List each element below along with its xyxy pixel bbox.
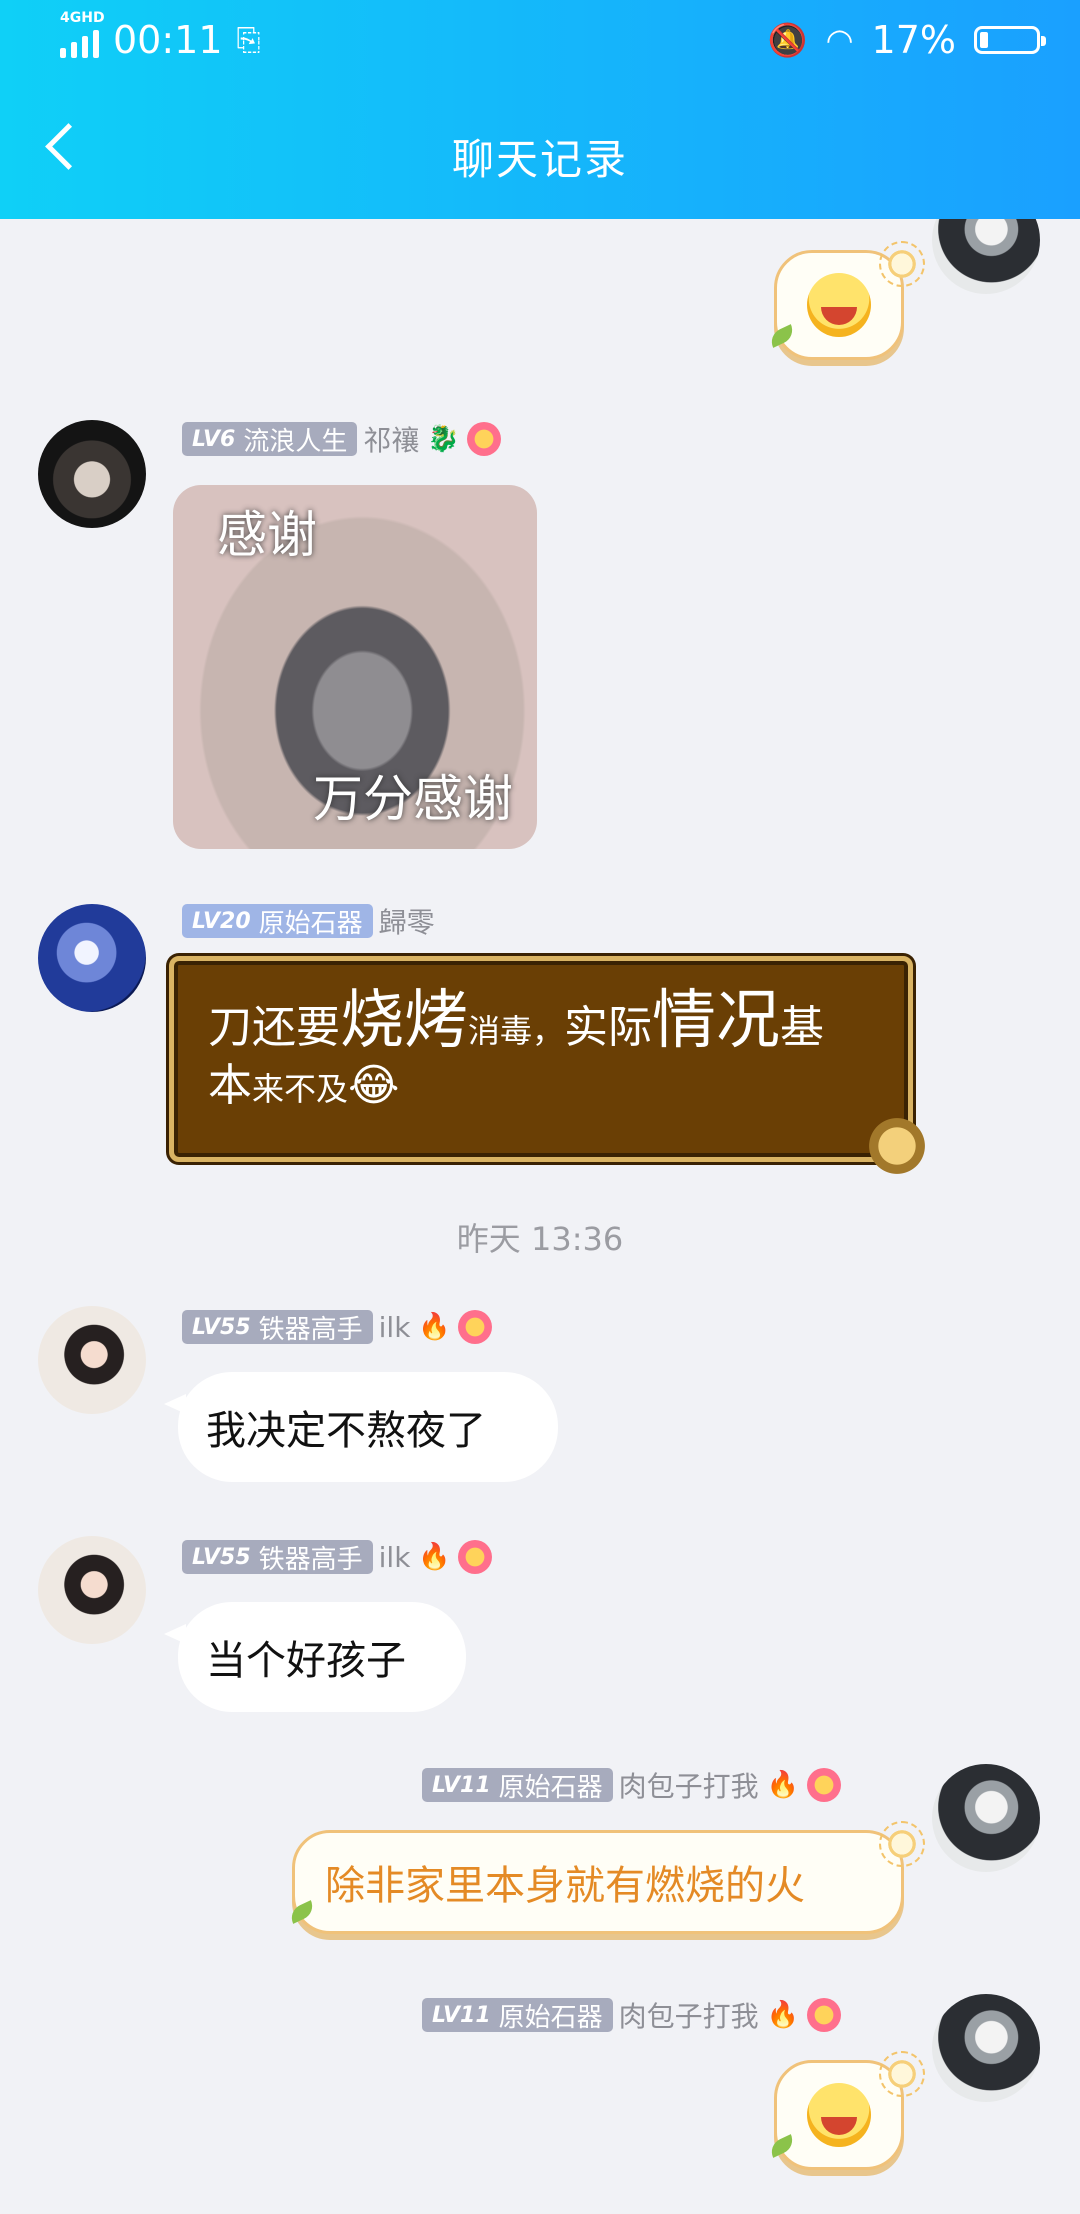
sender-avatar[interactable] <box>38 904 146 1012</box>
page-title: 聊天记录 <box>451 135 628 184</box>
fire-icon: 🔥 <box>418 1542 451 1572</box>
image-sticker[interactable]: 感谢 万分感谢 <box>173 485 537 849</box>
chat-list[interactable]: LV6 流浪人生 祁禳 🐉 感谢 万分感谢 LV20 原始石器 歸零 刀还要烧烤… <box>0 0 1080 2214</box>
sender-nickname[interactable]: ilk <box>379 1311 411 1344</box>
mute-bell-icon: 🔕 <box>767 21 808 59</box>
sticker-bubble[interactable] <box>767 2051 925 2170</box>
app-header: 4GHD 00:11 ⎘ 🔕 ◠ 17% 聊天记录 <box>0 0 1080 219</box>
flower-badge-icon <box>806 1998 841 2032</box>
leaf-decoration-icon <box>767 324 797 348</box>
sender-avatar[interactable] <box>38 1306 146 1414</box>
flower-badge-icon <box>467 422 502 456</box>
sticker-text-top: 感谢 <box>217 506 317 564</box>
wifi-icon: ◠ <box>825 21 854 59</box>
message-bubble-gold[interactable]: 刀还要烧烤消毒，实际情况基 本来不及😂 <box>169 956 913 1162</box>
my-avatar[interactable] <box>932 1994 1040 2102</box>
network-type: 4GHD <box>60 10 105 26</box>
level-badge: LV55 铁器高手 <box>182 1310 373 1345</box>
dragon-icon: 🐉 <box>427 424 460 454</box>
fire-icon: 🔥 <box>766 2000 799 2030</box>
battery-percent: 17% <box>871 18 956 62</box>
sender-meta: LV11 原始石器 肉包子打我 🔥 <box>422 1996 841 2034</box>
status-time: 00:11 <box>113 18 223 62</box>
sender-nickname[interactable]: 肉包子打我 <box>619 1765 759 1805</box>
flower-badge-icon <box>806 1768 841 1802</box>
sun-decoration-icon <box>879 241 925 287</box>
message-bubble[interactable]: 我决定不熬夜了 <box>164 1372 558 1482</box>
status-bar: 4GHD 00:11 ⎘ 🔕 ◠ 17% <box>0 0 1080 88</box>
leaf-decoration-icon <box>767 2134 797 2158</box>
sender-meta: LV55 铁器高手 ilk 🔥 <box>182 1308 493 1346</box>
sender-meta: LV20 原始石器 歸零 <box>182 902 435 940</box>
sticker-bubble[interactable] <box>767 241 925 360</box>
sender-nickname[interactable]: 祁禳 <box>363 419 419 459</box>
flower-badge-icon <box>458 1310 493 1344</box>
sender-avatar[interactable] <box>38 1536 146 1644</box>
flower-badge-icon <box>458 1540 493 1574</box>
tongue-out-emoji-icon <box>807 2083 871 2147</box>
battery-icon <box>974 26 1046 54</box>
level-badge: LV11 原始石器 <box>422 1998 613 2033</box>
message-bubble[interactable]: 当个好孩子 <box>164 1602 466 1712</box>
fire-icon: 🔥 <box>766 1770 799 1800</box>
message-text: 我决定不熬夜了 <box>206 1408 486 1454</box>
message-text: 当个好孩子 <box>206 1638 406 1684</box>
notification-icon: ⎘ <box>236 22 261 58</box>
level-badge: LV11 原始石器 <box>422 1768 613 1803</box>
my-avatar[interactable] <box>932 1764 1040 1872</box>
leaf-decoration-icon <box>287 1900 317 1924</box>
signal-icon: 4GHD <box>60 10 105 58</box>
sender-nickname[interactable]: ilk <box>379 1541 411 1574</box>
crown-decoration-icon <box>862 1116 932 1176</box>
sun-decoration-icon <box>879 1821 925 1867</box>
sender-nickname[interactable]: 歸零 <box>379 901 435 941</box>
sun-decoration-icon <box>879 2051 925 2097</box>
level-badge: LV6 流浪人生 <box>182 422 358 457</box>
fire-icon: 🔥 <box>418 1312 451 1342</box>
level-badge: LV20 原始石器 <box>182 904 373 939</box>
sender-avatar[interactable] <box>38 420 146 528</box>
sender-meta: LV55 铁器高手 ilk 🔥 <box>182 1538 493 1576</box>
message-text: 除非家里本身就有燃烧的火 <box>325 1863 805 1909</box>
tongue-out-emoji-icon <box>807 273 871 337</box>
sender-meta: LV11 原始石器 肉包子打我 🔥 <box>422 1766 841 1804</box>
laughing-emoji: 😂 <box>348 1059 400 1111</box>
message-bubble[interactable]: 除非家里本身就有燃烧的火 <box>287 1821 925 1934</box>
sender-nickname[interactable]: 肉包子打我 <box>619 1995 759 2035</box>
sender-meta: LV6 流浪人生 祁禳 🐉 <box>182 419 502 459</box>
timestamp: 昨天 13:36 <box>456 1220 624 1258</box>
sticker-text-bottom: 万分感谢 <box>313 770 513 828</box>
level-badge: LV55 铁器高手 <box>182 1540 373 1575</box>
